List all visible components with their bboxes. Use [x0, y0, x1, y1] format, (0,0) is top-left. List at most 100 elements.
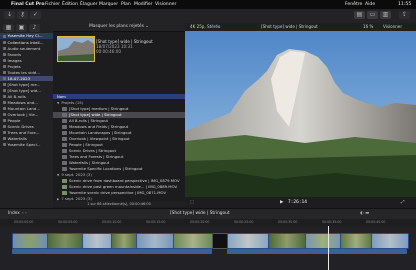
sidebar-item-images[interactable]: Images	[0, 58, 53, 64]
timeline-clip[interactable]	[12, 233, 48, 249]
keyword-icon	[3, 119, 6, 122]
clip-thumbnail[interactable]	[57, 36, 95, 62]
sidebar-item-keyword[interactable]: All B-rolls	[0, 94, 53, 100]
timeline-clip[interactable]	[173, 233, 213, 249]
music-icon[interactable]: ♪	[29, 24, 40, 32]
timeline-clip[interactable]	[227, 233, 269, 249]
project-row[interactable]: [Shot type] medium | Stringout	[53, 106, 185, 112]
menu-help[interactable]: Aide	[365, 0, 375, 9]
menu-window[interactable]: Fenêtre	[345, 0, 362, 9]
timeline-clip[interactable]	[305, 233, 341, 249]
video-thumb-icon	[62, 179, 67, 183]
keyword-icon[interactable]: ⚷	[17, 11, 28, 19]
fullscreen-icon[interactable]: ⤢	[401, 197, 405, 208]
project-row[interactable]: Yosemite Specific Locations | Stringout	[53, 166, 185, 172]
timeline-gap[interactable]	[212, 233, 228, 249]
sidebar-item-keyword[interactable]: Overlook | Vie...	[0, 112, 53, 118]
sidebar-item-smart-collections[interactable]: Collections intell...	[0, 40, 53, 46]
timeline-clip[interactable]	[47, 233, 83, 249]
timeline-clip[interactable]	[268, 233, 306, 249]
back-icon[interactable]: ‹ ›	[22, 209, 27, 219]
zoom-dropdown[interactable]: 16 %	[363, 23, 373, 31]
menu-mark[interactable]: Marquer	[99, 0, 118, 9]
project-icon	[62, 119, 67, 123]
project-row[interactable]: Waterfalls | Stringout	[53, 160, 185, 166]
play-icon[interactable]: ▶	[280, 197, 283, 208]
share-icon[interactable]: ⇪	[399, 11, 410, 19]
sidebar-item-event[interactable]: 18-07-2023	[0, 75, 53, 82]
sidebar-item-keyword[interactable]: [Shot type] me...	[0, 82, 53, 88]
transform-icon[interactable]: ⬚	[190, 197, 194, 208]
project-row[interactable]: Overlook | Viewpoint | Stringout	[53, 136, 185, 142]
menu-modify[interactable]: Modifier	[134, 0, 153, 9]
project-icon	[62, 161, 67, 165]
sidebar-item-keyword[interactable]: Mountain Land...	[0, 106, 53, 112]
project-row[interactable]: Mountain Landscapes | Stringout	[53, 130, 185, 136]
sidebar-library[interactable]: Yosemite Hey Cl...	[0, 33, 53, 39]
thumbnail-image	[58, 37, 94, 61]
playhead[interactable]	[328, 226, 329, 270]
menu-edit[interactable]: Édition	[62, 0, 78, 9]
timeline-clip[interactable]	[111, 233, 137, 249]
sidebar-item-keyword[interactable]: Yosemite Speci...	[0, 142, 53, 148]
ruler-tick-label: 00:00:20:00	[190, 220, 210, 224]
file-row[interactable]: Scenic drive past green mountainside... …	[53, 184, 185, 190]
menu-clip[interactable]: Plan	[121, 0, 131, 9]
sidebar-item-all-video[interactable]: Toutes les vidé...	[0, 70, 53, 76]
hide-rejected-dropdown[interactable]: Masquer les plans rejetés ⌄	[53, 23, 185, 32]
library-icon	[3, 34, 6, 38]
folder-icon	[3, 41, 6, 44]
menu-app[interactable]: Final Cut Pro	[11, 0, 44, 9]
project-row[interactable]: All B-rolls | Stringout	[53, 118, 185, 124]
video-thumb-icon	[62, 191, 67, 195]
keyword-icon	[3, 89, 6, 92]
sidebar-item-keyword[interactable]: Trees and Fore...	[0, 130, 53, 136]
timeline-icon[interactable]: ▭	[367, 11, 378, 19]
sidebar-item-keyword[interactable]: [Shot type] wid...	[0, 88, 53, 94]
project-row-selected[interactable]: [Shot type] wide | Stringout	[53, 112, 185, 118]
project-row[interactable]: People | Stringout	[53, 142, 185, 148]
inspector-icon[interactable]: ▥	[380, 11, 391, 19]
import-icon[interactable]: ↓	[4, 11, 15, 19]
file-row[interactable]: Yosemite scenic drive perspective | IMG_…	[53, 190, 185, 196]
timeline-clip[interactable]	[371, 233, 409, 249]
photo-icon[interactable]: ▣	[16, 24, 27, 32]
zoom-slider-icon[interactable]: ◐ ▬	[360, 209, 369, 219]
sidebar-item-keyword[interactable]: Scenic Drives	[0, 124, 53, 130]
timeline[interactable]	[0, 226, 416, 270]
timeline-project-title: [Shot type] wide | Stringout	[170, 211, 230, 216]
project-row[interactable]: Meadows and Fields | Stringout	[53, 124, 185, 130]
sidebar-item-keyword[interactable]: People	[0, 118, 53, 124]
clock: 11:55	[398, 2, 412, 7]
timeline-clip[interactable]	[82, 233, 112, 249]
browser-icon[interactable]: ▤	[354, 11, 365, 19]
format-label: 4K 25p, Stéréo	[190, 24, 221, 29]
project-row[interactable]: Trees and Forests | Stringout	[53, 154, 185, 160]
file-row[interactable]: Scenic drive from dashboard perspective …	[53, 178, 185, 184]
menu-file[interactable]: Fichier	[45, 0, 60, 9]
sidebar-item-keyword[interactable]: Meadows and...	[0, 100, 53, 106]
index-button[interactable]: Index	[8, 209, 20, 219]
menu-view[interactable]: Visionner	[155, 0, 176, 9]
keyword-icon	[3, 131, 6, 134]
timeline-clip[interactable]	[136, 233, 174, 249]
sidebar-item-keyword[interactable]: Waterfalls	[0, 136, 53, 142]
sidebar-item-audio[interactable]: Audio seulement	[0, 46, 53, 52]
audio-waveform[interactable]	[227, 249, 407, 254]
sidebar-item-favorites[interactable]: Favoris	[0, 52, 53, 58]
menu-trim[interactable]: Élaguer	[80, 0, 98, 9]
projects-group[interactable]: ▼ Projets (15)	[53, 100, 185, 106]
sidebar: ▦ ▣ ♪ Yosemite Hey Cl... Collections int…	[0, 23, 54, 208]
view-dropdown[interactable]: Visionner	[383, 23, 402, 31]
timeline-clip[interactable]	[340, 233, 372, 249]
timeline-ruler[interactable]: 00:00:00:00 00:00:05:00 00:00:10:00 00:0…	[0, 219, 416, 226]
date-group[interactable]: ▼ 9 sept. 2023 (3)	[53, 172, 185, 178]
ruler-tick-label: 00:00:05:00	[58, 220, 78, 224]
check-icon[interactable]: ✓	[30, 11, 41, 19]
sidebar-item-projects[interactable]: Projets	[0, 64, 53, 70]
name-column-header[interactable]: Nom	[53, 94, 185, 99]
audio-waveform[interactable]	[12, 249, 212, 254]
library-view-icon[interactable]: ▦	[3, 24, 14, 32]
project-row[interactable]: Scenic Drives | Stringout	[53, 148, 185, 154]
keyword-icon	[3, 83, 6, 86]
